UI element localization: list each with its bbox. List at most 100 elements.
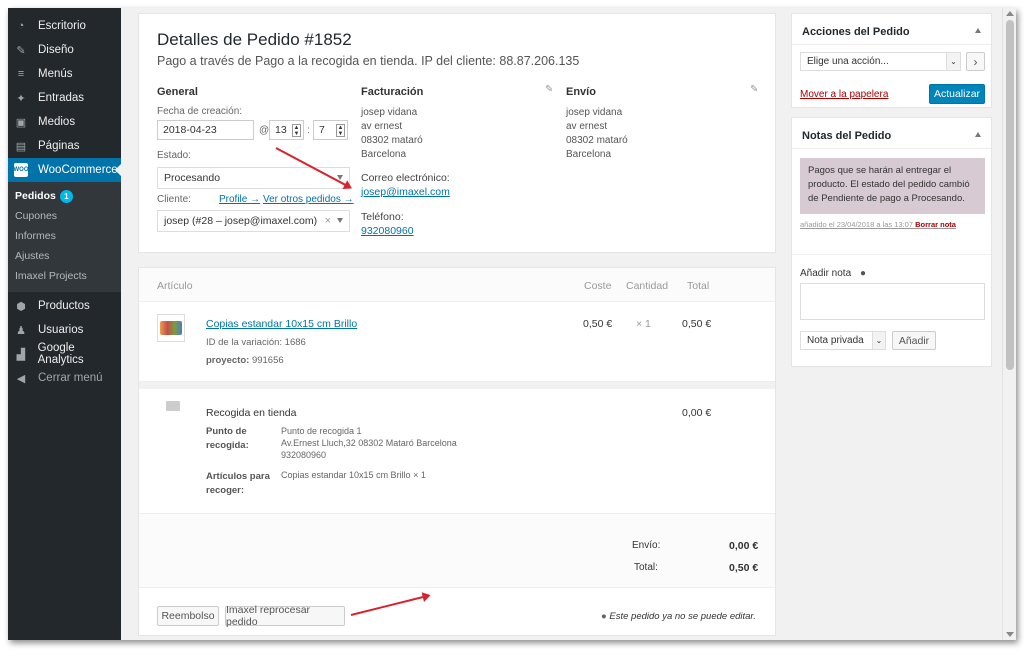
hour-stepper-icon[interactable]: ▲ ▼ <box>292 124 301 137</box>
order-totals: Envío: 0,00 € Total: 0,50 € <box>139 514 775 588</box>
shipping-total-label: Envío: <box>632 540 661 551</box>
help-icon: ● <box>859 268 866 279</box>
add-note-button[interactable]: Añadir <box>892 331 936 350</box>
edit-shipping-pencil-icon[interactable]: ✎ <box>750 84 758 95</box>
sidebar-item-escritorio[interactable]: ◔ Escritorio <box>8 14 121 38</box>
minute-input[interactable]: 7 ▲ ▼ <box>313 120 348 140</box>
sidebar-item-label: Entradas <box>38 92 85 104</box>
order-details-box: Detalles de Pedido #1852 Pago a través d… <box>138 13 776 253</box>
sidebar-item-medios[interactable]: ▣ Medios <box>8 110 121 134</box>
project-value: 991656 <box>251 355 284 366</box>
chevron-down-icon: ⌄ <box>946 53 960 70</box>
collapse-icon: ◀ <box>16 372 26 385</box>
notes-heading: Notas del Pedido <box>802 130 892 142</box>
at-sign: @ <box>259 125 270 136</box>
hour-input[interactable]: 13 ▲ ▼ <box>269 120 304 140</box>
admin-sidebar: ◔ Escritorio ✎ Diseño ≡ Menús ✦ Entradas… <box>8 8 121 640</box>
sidebar-item-label: Cerrar menú <box>38 372 103 384</box>
main-content: Detalles de Pedido #1852 Pago a través d… <box>121 8 1016 640</box>
customer-value: josep (#28 – josep@imaxel.com) <box>164 215 318 227</box>
sidebar-item-productos[interactable]: ⬢ Productos <box>8 294 121 318</box>
project-info: proyecto: 991656 <box>206 355 284 366</box>
product-total: 0,50 € <box>682 318 712 330</box>
scroll-thumb[interactable] <box>1006 20 1014 370</box>
note-textarea[interactable] <box>800 283 985 320</box>
note-meta: añadido el 23/04/2018 a las 13:07 Borrar… <box>800 220 956 229</box>
truck-icon <box>166 401 180 411</box>
pickup-point-label: Punto de recogida: <box>206 426 249 451</box>
project-label: proyecto: <box>206 355 250 366</box>
sidebar-item-diseno[interactable]: ✎ Diseño <box>8 38 121 62</box>
sidebar-item-label: Medios <box>38 116 76 128</box>
shipping-total-value: 0,00 € <box>729 540 759 552</box>
product-name-link[interactable]: Copias estandar 10x15 cm Brillo <box>206 318 357 330</box>
cube-icon: ⬢ <box>16 300 26 313</box>
refund-button[interactable]: Reembolso <box>157 606 219 626</box>
move-to-trash-link[interactable]: Mover a la papelera <box>800 89 888 100</box>
submenu-label: Pedidos <box>15 190 56 202</box>
pickup-line: Av.Ernest Lluch,32 08302 Mataró Barcelon… <box>281 438 457 448</box>
scrollbar[interactable] <box>1002 8 1016 640</box>
shipping-method: Recogida en tienda <box>206 407 297 419</box>
status-label: Estado: <box>157 150 191 161</box>
sidebar-item-paginas[interactable]: ▤ Páginas <box>8 134 121 158</box>
billing-line: Barcelona <box>361 149 407 160</box>
profile-link[interactable]: Profile → <box>219 194 260 205</box>
collapse-toggle-icon[interactable] <box>975 28 981 33</box>
woo-icon: WOO <box>14 163 29 177</box>
submenu-item-ajustes[interactable]: Ajustes <box>8 246 121 266</box>
order-note: Pagos que se harán al entregar el produc… <box>800 158 985 214</box>
chevron-down-icon <box>337 218 343 223</box>
sidebar-item-usuarios[interactable]: ♟ Usuarios <box>8 318 121 342</box>
pickup-point-details: Punto de recogida 1 Av.Ernest Lluch,32 0… <box>281 425 457 461</box>
sidebar-item-label: WooCommerce <box>38 164 118 176</box>
pickup-articles: Copias estandar 10x15 cm Brillo × 1 <box>281 470 426 480</box>
submenu-item-pedidos[interactable]: Pedidos 1 <box>8 186 121 206</box>
sidebar-item-google-analytics[interactable]: ▟ Google Analytics <box>8 342 121 366</box>
note-type-select[interactable]: Nota privada ⌄ <box>800 331 886 350</box>
reprocess-order-button[interactable]: Imaxel reprocesar pedido <box>225 604 345 628</box>
order-action-select[interactable]: Elige una acción... ⌄ <box>800 52 961 71</box>
update-button[interactable]: Actualizar <box>929 84 985 104</box>
pickup-articles-label: Artículos para recoger: <box>206 471 270 496</box>
page-icon: ▤ <box>15 140 27 153</box>
product-thumbnail <box>157 314 185 342</box>
pickup-line: Punto de recogida 1 <box>281 426 362 436</box>
col-qty: Cantidad <box>626 280 669 292</box>
sidebar-item-woocommerce[interactable]: WOO WooCommerce <box>8 158 121 182</box>
product-cost: 0,50 € <box>583 318 613 330</box>
note-timestamp: añadido el 23/04/2018 a las 13:07 <box>800 220 914 229</box>
date-input[interactable]: 2018-04-23 <box>157 120 254 140</box>
scroll-down-icon[interactable] <box>1006 632 1014 637</box>
order-subtitle: Pago a través de Pago a la recogida en t… <box>157 54 580 68</box>
sidebar-item-menus[interactable]: ≡ Menús <box>8 62 121 86</box>
apply-action-button[interactable]: › <box>966 52 985 71</box>
pickup-line: 932080960 <box>281 450 327 460</box>
sidebar-item-label: Páginas <box>38 140 80 152</box>
sidebar-item-label: Productos <box>38 300 90 312</box>
submenu-item-imaxel-projects[interactable]: Imaxel Projects <box>8 266 121 286</box>
collapse-toggle-icon[interactable] <box>975 132 981 137</box>
other-orders-link[interactable]: Ver otros pedidos → <box>263 194 354 205</box>
customer-select[interactable]: josep (#28 – josep@imaxel.com) × <box>157 210 350 232</box>
edit-billing-pencil-icon[interactable]: ✎ <box>545 84 553 95</box>
shipping-line: 08302 mataró <box>566 135 628 146</box>
shipping-line: Barcelona <box>566 149 612 160</box>
delete-note-link[interactable]: Borrar nota <box>915 220 956 229</box>
submenu-item-cupones[interactable]: Cupones <box>8 206 121 226</box>
minute-stepper-icon[interactable]: ▲ ▼ <box>336 124 345 137</box>
window-frame: ◔ Escritorio ✎ Diseño ≡ Menús ✦ Entradas… <box>8 8 1016 640</box>
sidebar-item-cerrar-menu[interactable]: ◀ Cerrar menú <box>8 366 121 390</box>
sidebar-item-label: Diseño <box>38 44 74 56</box>
add-note-text: Añadir nota <box>800 268 852 279</box>
clear-customer-icon[interactable]: × <box>325 215 331 227</box>
billing-line: josep vidana <box>361 107 418 118</box>
shipping-heading: Envío <box>566 86 596 98</box>
order-total-value: 0,50 € <box>729 562 759 574</box>
email-link[interactable]: josep@imaxel.com <box>361 186 450 198</box>
sidebar-item-entradas[interactable]: ✦ Entradas <box>8 86 121 110</box>
scroll-up-icon[interactable] <box>1006 11 1014 16</box>
phone-link[interactable]: 932080960 <box>361 225 414 237</box>
submenu-item-informes[interactable]: Informes <box>8 226 121 246</box>
billing-line: 08302 mataró <box>361 135 423 146</box>
